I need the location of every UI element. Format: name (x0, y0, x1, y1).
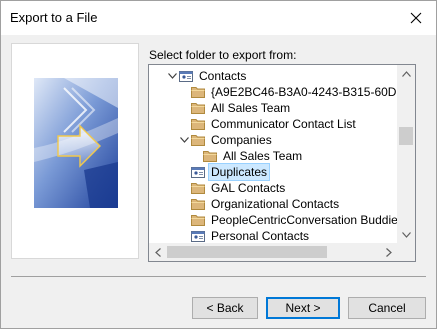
scroll-up-button[interactable] (397, 65, 415, 82)
scroll-right-button[interactable] (380, 243, 397, 261)
folder-icon (190, 196, 206, 212)
close-button[interactable] (396, 1, 436, 35)
scrollbar-corner (397, 243, 415, 261)
collapse-chevron-icon[interactable] (166, 68, 178, 84)
select-folder-prompt: Select folder to export from: (149, 48, 297, 62)
folder-tree-rows: Contacts {A9E2BC46-B3A0-4243-B315-60D9910… (149, 65, 397, 243)
tree-item[interactable]: PeopleCentricConversation Buddies (178, 212, 397, 228)
tree-item-label: All Sales Team (223, 149, 303, 163)
tree-item-label: Personal Contacts (211, 229, 310, 243)
folder-tree[interactable]: Contacts {A9E2BC46-B3A0-4243-B315-60D9910… (148, 64, 416, 262)
tree-item[interactable]: Contacts (166, 68, 248, 84)
folder-icon (190, 132, 206, 148)
contacts-folder-icon (190, 164, 206, 180)
tree-item-label: {A9E2BC46-B3A0-4243-B315-60D991004 (211, 85, 397, 99)
tree-item[interactable]: All Sales Team (190, 148, 304, 164)
tree-item[interactable]: {A9E2BC46-B3A0-4243-B315-60D991004 (178, 84, 397, 100)
tree-item[interactable]: GAL Contacts (178, 180, 287, 196)
tree-item-label: Contacts (199, 69, 247, 83)
export-dialog: Export to a File Select folder to export… (0, 0, 437, 329)
tree-item[interactable]: All Sales Team (178, 100, 292, 116)
tree-item-label: Organizational Contacts (211, 197, 340, 211)
folder-icon (190, 100, 206, 116)
dialog-content: Select folder to export from: Contacts {A… (1, 35, 436, 328)
collapse-chevron-icon[interactable] (178, 132, 190, 148)
dialog-title: Export to a File (10, 10, 98, 25)
contacts-folder-icon (190, 228, 206, 243)
horizontal-scroll-thumb[interactable] (167, 246, 327, 258)
scroll-down-button[interactable] (397, 226, 415, 243)
folder-icon (190, 116, 206, 132)
folder-icon (190, 84, 206, 100)
chevron-left-icon (154, 247, 161, 257)
tree-item-label: Duplicates (207, 163, 271, 181)
close-icon (410, 12, 422, 24)
vertical-scroll-thumb[interactable] (399, 127, 413, 145)
back-button[interactable]: < Back (192, 297, 258, 319)
next-button[interactable]: Next > (266, 297, 340, 319)
tree-item-label: PeopleCentricConversation Buddies (211, 213, 397, 227)
title-bar: Export to a File (1, 1, 436, 35)
wizard-banner-image (11, 43, 139, 259)
tree-item[interactable]: Organizational Contacts (178, 196, 341, 212)
folder-icon (202, 148, 218, 164)
chevron-down-icon (401, 231, 411, 238)
cancel-button[interactable]: Cancel (348, 297, 426, 319)
chevron-up-icon (401, 70, 411, 77)
tree-item-label: All Sales Team (211, 101, 291, 115)
tree-item[interactable]: Duplicates (178, 163, 271, 181)
export-arrow-graphic-icon (34, 78, 118, 208)
tree-item[interactable]: Personal Contacts (178, 228, 311, 243)
horizontal-scrollbar[interactable] (149, 243, 397, 261)
chevron-right-icon (385, 247, 392, 257)
vertical-scrollbar[interactable] (397, 65, 415, 243)
tree-item-label: GAL Contacts (211, 181, 286, 195)
scroll-left-button[interactable] (149, 243, 166, 261)
tree-item[interactable]: Companies (178, 132, 274, 148)
tree-item-label: Communicator Contact List (211, 117, 356, 131)
folder-icon (190, 212, 206, 228)
contacts-folder-icon (178, 68, 194, 84)
folder-icon (190, 180, 206, 196)
tree-item-label: Companies (211, 133, 272, 147)
button-separator (11, 276, 426, 277)
tree-item[interactable]: Communicator Contact List (178, 116, 358, 132)
